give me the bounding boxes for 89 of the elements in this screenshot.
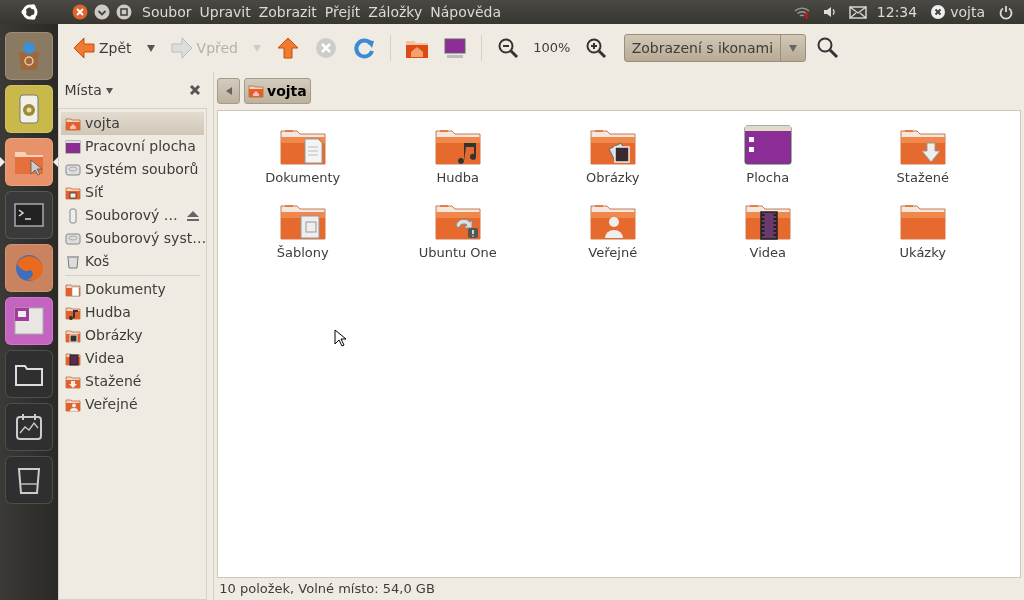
launcher-tile[interactable] — [5, 350, 53, 398]
minimize-icon[interactable] — [94, 4, 110, 20]
launcher-tile[interactable] — [5, 244, 53, 292]
drive-icon — [65, 230, 81, 247]
caret-icon — [145, 43, 156, 53]
computer-icon — [443, 36, 467, 60]
menu-item[interactable]: Přejít — [320, 1, 365, 23]
file-name[interactable]: Hudba — [436, 168, 479, 188]
launcher-tile[interactable] — [5, 138, 53, 186]
back-arrow-icon — [72, 36, 96, 60]
folder-person-icon — [65, 396, 81, 413]
sidebar-item[interactable]: Síť — [61, 181, 204, 204]
eject-button[interactable] — [186, 209, 200, 222]
ubuntu-logo-icon[interactable] — [20, 2, 40, 22]
file-name[interactable]: Šablony — [276, 243, 329, 263]
chart-icon — [13, 411, 45, 443]
drive-icon — [65, 161, 81, 178]
sidebar-item[interactable]: Souborový syst… — [61, 227, 204, 250]
power-icon[interactable] — [998, 4, 1014, 20]
search-icon — [815, 36, 840, 60]
sidebar-item[interactable]: Videa — [61, 347, 204, 370]
launcher-tile[interactable] — [5, 456, 53, 504]
folder-note-icon — [65, 304, 81, 321]
menu-item[interactable]: Nápověda — [426, 1, 506, 23]
file-name[interactable]: Dokumenty — [265, 168, 341, 188]
back-button[interactable]: Zpět — [68, 34, 136, 62]
desktop-icon — [65, 138, 81, 155]
reload-icon — [352, 36, 376, 60]
path-back-button[interactable] — [217, 78, 241, 104]
status-icon[interactable] — [930, 4, 947, 20]
close-button[interactable] — [188, 84, 201, 96]
sidebar-item[interactable]: Veřejné — [61, 393, 204, 416]
file-name[interactable]: Videa — [749, 243, 786, 263]
file-name[interactable]: Ukázky — [899, 243, 946, 263]
sidebar-item[interactable]: vojta — [61, 112, 204, 135]
sidebar-item[interactable]: Pracovní plocha — [61, 135, 204, 158]
menu-item[interactable]: Záložky — [364, 1, 427, 23]
sidebar-item[interactable]: Hudba — [61, 301, 204, 324]
file-name[interactable]: Plocha — [746, 168, 790, 188]
launcher-tile[interactable] — [5, 85, 53, 133]
caret-icon — [224, 86, 233, 96]
sidebar-item[interactable]: Souborový … — [61, 204, 204, 227]
menu-item[interactable]: Zobrazit — [254, 1, 321, 23]
file-name[interactable]: Veřejné — [588, 243, 638, 263]
sidebar-item[interactable]: Obrázky — [61, 324, 204, 347]
home-folder-icon — [65, 115, 81, 132]
eject-icon — [186, 209, 200, 222]
places-dropdown[interactable]: Místa — [64, 79, 114, 101]
menu-item[interactable]: Upravit — [195, 1, 255, 23]
launcher-tile[interactable] — [5, 32, 53, 80]
globe-icon — [13, 252, 45, 284]
pointer-icon — [334, 329, 347, 347]
caret-icon — [787, 43, 798, 53]
launcher-tile[interactable] — [5, 297, 53, 345]
user-name[interactable]: vojta — [950, 1, 985, 23]
launcher-tile[interactable] — [5, 403, 53, 451]
status-text: 10 položek, Volné místo: 54,0 GB — [218, 580, 436, 599]
close-icon — [188, 84, 201, 96]
sidebar-item[interactable]: Koš — [61, 250, 204, 273]
folder-arrow-icon — [65, 373, 81, 390]
network-folder-icon — [65, 184, 81, 201]
envelope-icon[interactable] — [848, 3, 867, 21]
file-name[interactable]: Obrázky — [586, 168, 640, 188]
desktop-icon[interactable] — [743, 125, 792, 165]
file-name[interactable]: Stažené — [896, 168, 949, 188]
folder-picture-icon — [65, 327, 81, 344]
clock[interactable]: 12:34 — [876, 1, 918, 23]
folder-film-icon — [65, 350, 81, 367]
trash-icon — [65, 253, 81, 270]
workspaces-icon — [13, 305, 45, 337]
view-mode-dropdown[interactable]: Zobrazení s ikonami — [624, 34, 806, 62]
zoom-level: 100% — [532, 39, 572, 58]
caret-icon — [252, 43, 262, 53]
stop-icon — [314, 36, 338, 60]
folder-page-icon — [65, 281, 81, 298]
sidebar-item[interactable]: Dokumenty — [61, 278, 204, 301]
up-icon — [276, 36, 300, 60]
launcher-tile[interactable] — [5, 191, 53, 239]
zoom-out-icon — [496, 36, 520, 60]
home-folder-icon — [247, 83, 264, 99]
caret-icon — [104, 85, 114, 95]
close-icon[interactable] — [72, 4, 88, 20]
sidebar-item[interactable]: Systém souborů — [61, 158, 204, 181]
forward-arrow-icon — [169, 36, 194, 60]
sidebar-item[interactable]: Stažené — [61, 370, 204, 393]
menu-item[interactable]: Soubor — [138, 1, 196, 23]
maximize-icon[interactable] — [116, 4, 132, 20]
file-name[interactable]: Ubuntu One — [418, 243, 497, 263]
path-button[interactable]: vojta — [243, 78, 311, 104]
